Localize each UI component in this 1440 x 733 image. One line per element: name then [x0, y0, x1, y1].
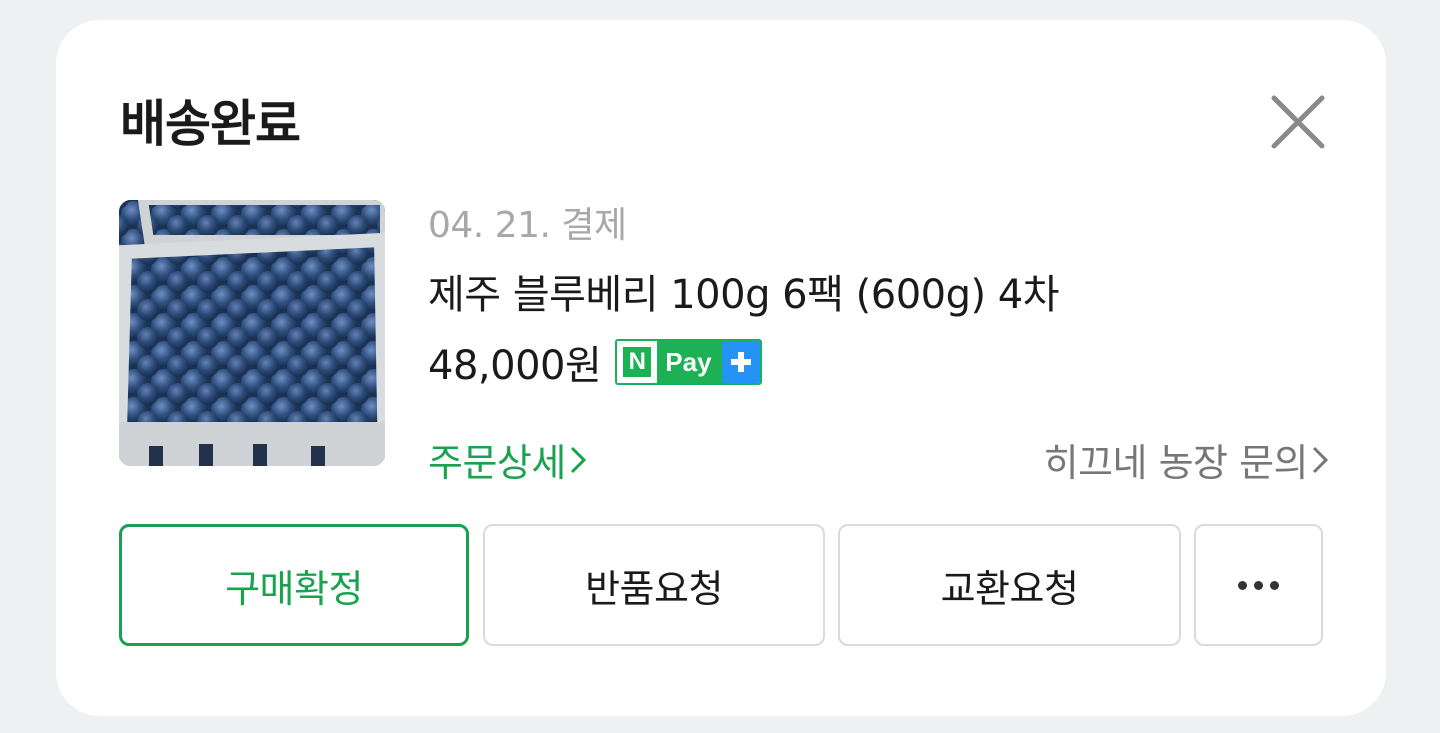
return-request-button[interactable]: 반품요청 [483, 524, 825, 646]
more-horizontal-icon [1238, 580, 1279, 590]
npay-n-logo: N [623, 347, 652, 377]
chevron-right-icon [570, 446, 586, 473]
close-button[interactable] [1266, 90, 1330, 154]
delivery-status-card: 배송완료 04. 21. 결제 제주 블루베리 100g 6팩 (600g) 4… [56, 20, 1386, 716]
product-price: 48,000원 [428, 343, 602, 389]
page-title: 배송완료 [120, 95, 301, 153]
more-options-button[interactable] [1194, 524, 1323, 646]
confirm-purchase-button[interactable]: 구매확정 [119, 524, 469, 646]
product-thumbnail[interactable] [119, 200, 385, 466]
seller-inquiry-link[interactable]: 히끄네 농장 문의 [1044, 432, 1328, 487]
npay-plus-badge: N Pay [615, 339, 762, 385]
exchange-request-button[interactable]: 교환요청 [838, 524, 1181, 646]
price-row: 48,000원 N Pay [428, 336, 762, 389]
close-icon [1271, 95, 1325, 149]
chevron-right-icon [1312, 446, 1328, 473]
plus-icon [721, 341, 760, 383]
order-detail-label: 주문상세 [428, 441, 566, 485]
blueberry-image [119, 200, 385, 466]
order-detail-link[interactable]: 주문상세 [428, 432, 586, 487]
seller-inquiry-label: 히끄네 농장 문의 [1043, 441, 1309, 485]
product-name[interactable]: 제주 블루베리 100g 6팩 (600g) 4차 [428, 262, 1060, 320]
payment-date: 04. 21. 결제 [428, 205, 627, 246]
npay-pay-label: Pay [657, 341, 722, 383]
